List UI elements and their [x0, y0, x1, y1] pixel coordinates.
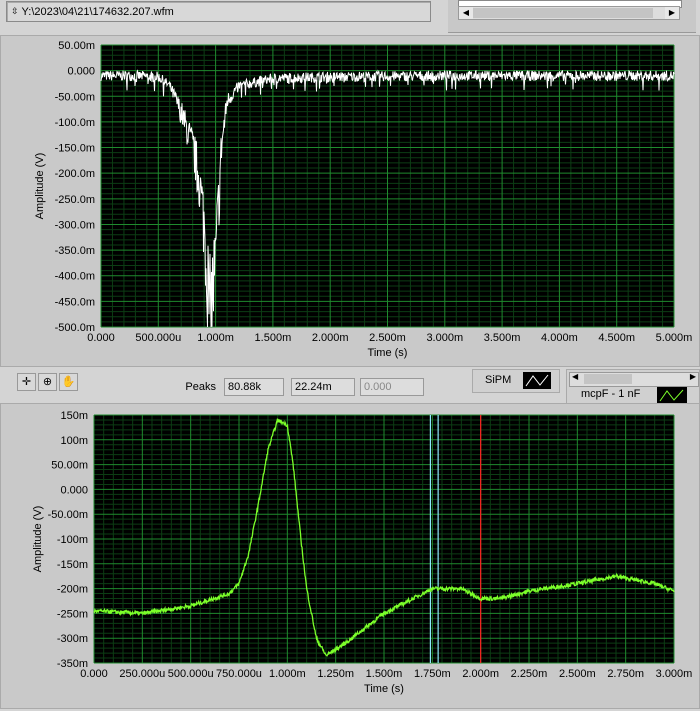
y-axis-label: Amplitude (V) [34, 153, 46, 220]
path-icon: ⇳ [11, 6, 19, 16]
graph-2-svg: 0.000 250.000u 500.000u 750.000u 1.000m 1.250… [32, 410, 693, 695]
y-tick-label: -500.0m [55, 322, 95, 334]
top-list-box[interactable]: ◀ ▶ [448, 0, 696, 33]
x-tick-label: 5.000m [656, 332, 693, 344]
y-tick-label: -300.0m [55, 219, 95, 231]
scroll-right-icon[interactable]: ▶ [665, 7, 679, 19]
y-tick-label: -350.0m [55, 245, 95, 257]
cursor-tool-icon[interactable]: ✛ [17, 373, 36, 391]
y-tick-label: -100m [57, 534, 88, 546]
x-tick-label: 750.000u [216, 668, 262, 680]
y-tick-label: -200m [57, 584, 88, 596]
scroll-thumb[interactable] [473, 8, 653, 18]
y-tick-label: -150.0m [55, 143, 95, 155]
zoom-tool-icon[interactable]: ⊕ [38, 373, 57, 391]
y-tick-label: -400.0m [55, 271, 95, 283]
y-tick-label: 0.000 [60, 484, 88, 496]
x-tick-label: 1.250m [317, 668, 354, 680]
x-tick-label: 2.000m [312, 332, 349, 344]
x-tick-label: 3.500m [484, 332, 521, 344]
x-axis-label: Time (s) [368, 347, 408, 359]
legend-scrollbar[interactable]: ◀ ▶ [569, 372, 699, 387]
peak-value-1: 80.88k [224, 378, 284, 396]
legend-sipm[interactable]: SiPM [472, 369, 560, 393]
x-tick-label: 2.000m [462, 668, 499, 680]
x-tick-label: 1.000m [269, 668, 306, 680]
y-tick-label: 50.00m [58, 40, 95, 52]
x-tick-label: 1.750m [414, 668, 451, 680]
waveform-graph-2: 0.000 250.000u 500.000u 750.000u 1.000m 1.250… [0, 403, 700, 709]
x-tick-label: 1.000m [197, 332, 234, 344]
y-tick-label: -200.0m [55, 168, 95, 180]
x-tick-label: 4.500m [598, 332, 635, 344]
x-tick-label: 3.000m [656, 668, 693, 680]
x-tick-label: 1.500m [366, 668, 403, 680]
peaks-label: Peaks [185, 381, 216, 393]
y-tick-label: -250m [57, 608, 88, 620]
legend-mcp[interactable]: ◀ ▶ mcpF - 1 nF [566, 369, 700, 407]
y-tick-label: 100m [60, 435, 88, 447]
y-tick-label: 150m [60, 410, 88, 422]
x-axis-label: Time (s) [364, 683, 404, 695]
x-tick-label: 2.750m [607, 668, 644, 680]
x-tick-label: 500.000u [135, 332, 181, 344]
x-tick-label: 2.500m [559, 668, 596, 680]
y-tick-label: -50.00m [48, 509, 88, 521]
pan-tool-icon[interactable]: ✋ [59, 373, 78, 391]
legend-sipm-swatch [523, 372, 551, 389]
legend-mcp-label: mcpF - 1 nF [581, 388, 641, 400]
peak-value-3: 0.000 [360, 378, 424, 396]
x-tick-label: 4.000m [541, 332, 578, 344]
y-tick-label: -50.00m [55, 91, 95, 103]
legend-mcp-swatch [657, 387, 687, 404]
scroll-left-icon[interactable]: ◀ [459, 7, 473, 19]
x-tick-label: 250.000u [119, 668, 165, 680]
waveform-graph-1: 0.000 500.000u 1.000m 1.500m 2.000m 2.500m 3.0… [0, 35, 700, 367]
x-tick-label: 1.500m [255, 332, 292, 344]
y-axis-label: Amplitude (V) [32, 506, 44, 573]
y-tick-label: -250.0m [55, 194, 95, 206]
file-path-text: Y:\2023\04\21\174632.207.wfm [21, 5, 174, 18]
x-tick-label: 500.000u [168, 668, 214, 680]
x-tick-label: 3.000m [426, 332, 463, 344]
y-tick-label: -150m [57, 559, 88, 571]
y-tick-label: 0.000 [67, 66, 95, 78]
horizontal-scrollbar[interactable]: ◀ ▶ [458, 6, 680, 20]
y-tick-label: -100.0m [55, 117, 95, 129]
legend-sipm-label: SiPM [485, 374, 512, 386]
y-tick-label: -350m [57, 658, 88, 670]
legend-scroll-thumb[interactable] [584, 374, 632, 384]
graph-1-svg: 0.000 500.000u 1.000m 1.500m 2.000m 2.500m 3.0… [34, 40, 693, 359]
x-tick-label: 2.500m [369, 332, 406, 344]
x-tick-label: 2.250m [511, 668, 548, 680]
file-path-field[interactable]: ⇳ Y:\2023\04\21\174632.207.wfm [6, 1, 431, 22]
peak-value-2: 22.24m [291, 378, 355, 396]
y-tick-label: -300m [57, 633, 88, 645]
y-tick-label: 50.00m [51, 460, 88, 472]
y-tick-label: -450.0m [55, 296, 95, 308]
